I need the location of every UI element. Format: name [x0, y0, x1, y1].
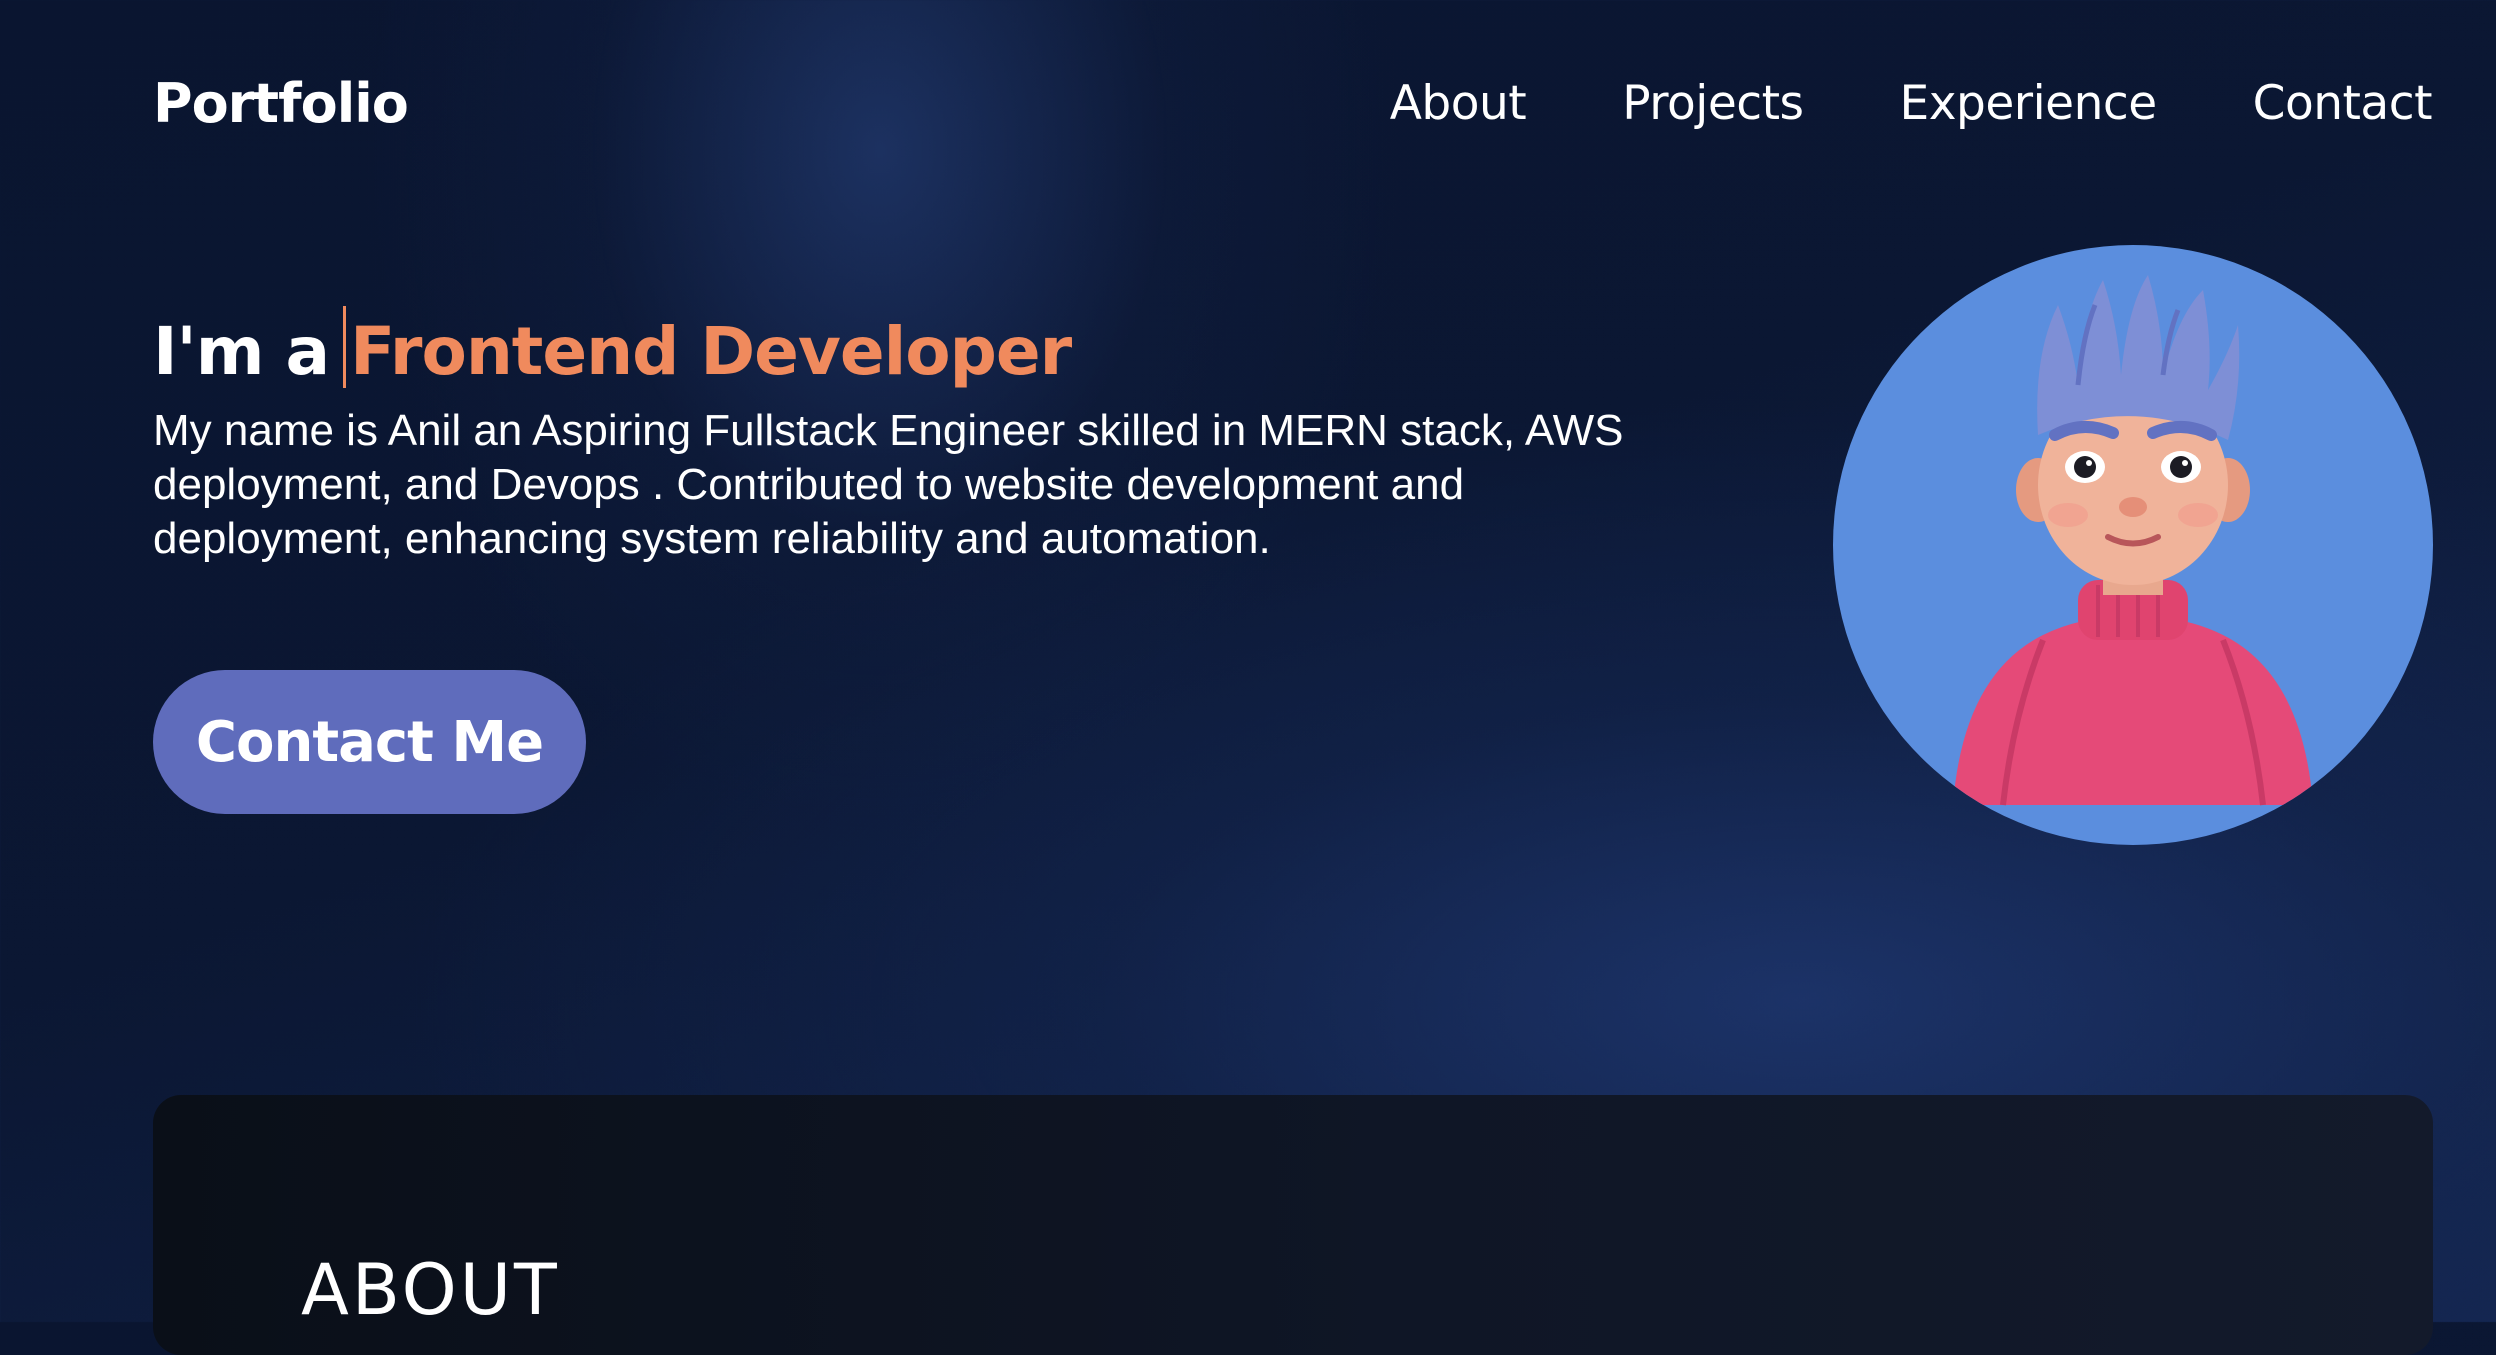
- hero-title: I'm a Frontend Developer: [153, 306, 1072, 397]
- nav-link-about[interactable]: About: [1390, 70, 1527, 138]
- hero-prefix: I'm a: [153, 313, 330, 391]
- nav-link-contact[interactable]: Contact: [2253, 70, 2433, 138]
- avatar-icon: [1953, 275, 2313, 806]
- nav-link-experience[interactable]: Experience: [1900, 70, 2158, 138]
- contact-me-button[interactable]: Contact Me: [153, 670, 586, 814]
- nav-link-projects[interactable]: Projects: [1622, 70, 1804, 138]
- typing-caret: [343, 306, 347, 389]
- brand-logo[interactable]: Portfolio: [153, 66, 409, 142]
- navbar: Portfolio About Projects Experience Cont…: [0, 0, 2496, 210]
- hero-role: Frontend Developer: [350, 313, 1072, 391]
- avatar-illustration: [1833, 245, 2433, 845]
- about-section: ABOUT: [153, 1095, 2433, 1355]
- hero-description: My name is Anil an Aspiring Fullstack En…: [153, 406, 1624, 563]
- nav-links: About Projects Experience Contact: [1390, 70, 2433, 138]
